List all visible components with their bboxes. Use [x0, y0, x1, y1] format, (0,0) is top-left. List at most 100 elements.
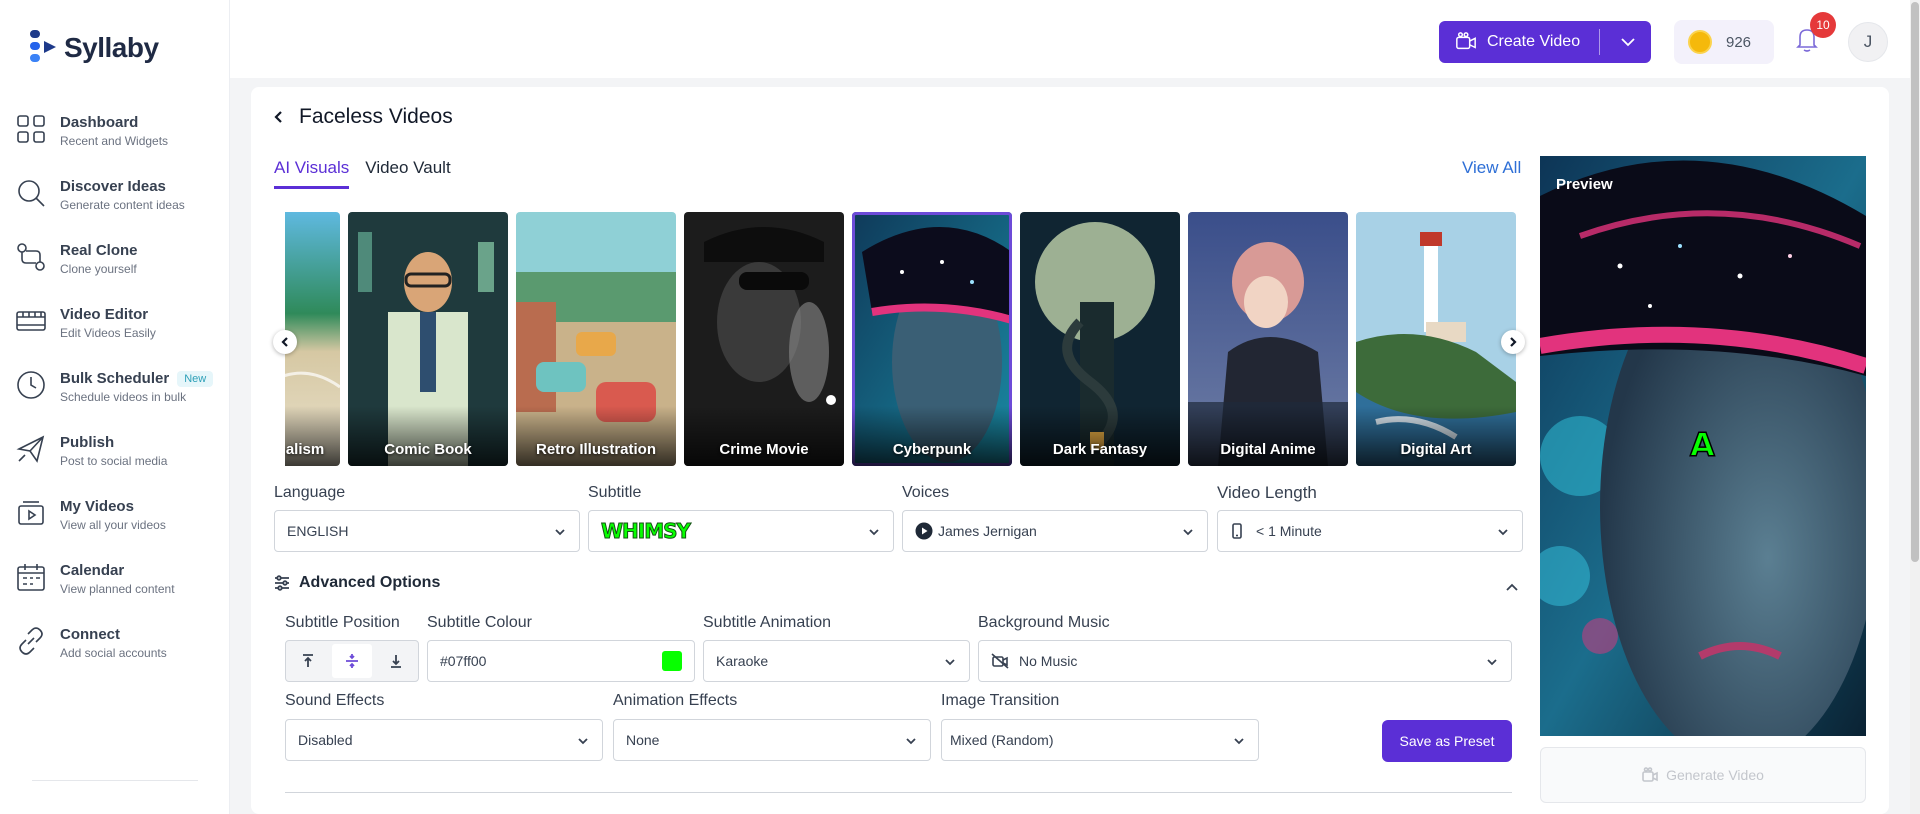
- image-transition-select[interactable]: Mixed (Random): [941, 719, 1259, 761]
- image-transition-value: Mixed (Random): [950, 732, 1054, 748]
- carousel-prev-button[interactable]: [273, 330, 297, 354]
- sidebar-item-video-editor[interactable]: Video Editor Edit Videos Easily: [0, 296, 230, 360]
- style-card-crime-movie[interactable]: Crime Movie: [684, 212, 844, 466]
- language-select[interactable]: ENGLISH: [274, 510, 580, 552]
- sound-effects-select[interactable]: Disabled: [285, 719, 603, 761]
- subtitle-animation-value: Karaoke: [716, 653, 769, 669]
- send-icon: [14, 432, 48, 466]
- sidebar-item-publish[interactable]: Publish Post to social media: [0, 424, 230, 488]
- sidebar-item-subtitle: Clone yourself: [60, 262, 137, 276]
- video-length-select[interactable]: < 1 Minute: [1217, 510, 1523, 552]
- generate-video-button[interactable]: Generate Video: [1540, 747, 1866, 803]
- link-icon: [14, 624, 48, 658]
- background-music-select[interactable]: No Music: [978, 640, 1512, 682]
- chevron-down-icon: [1234, 738, 1244, 745]
- button-separator: [1599, 29, 1600, 55]
- sound-effects-label: Sound Effects: [285, 692, 385, 709]
- chevron-left-icon: [274, 111, 282, 123]
- create-video-button[interactable]: Create Video: [1439, 21, 1651, 63]
- page-scroll-thumb[interactable]: [1911, 2, 1919, 562]
- align-middle-icon: [346, 654, 358, 668]
- video-camera-icon: [1642, 767, 1658, 782]
- sidebar-item-real-clone[interactable]: Real Clone Clone yourself: [0, 232, 230, 296]
- sidebar-item-discover-ideas[interactable]: Discover Ideas Generate content ideas: [0, 168, 230, 232]
- play-icon[interactable]: [915, 522, 933, 540]
- align-top-icon: [303, 654, 313, 667]
- video-length-label: Video Length: [1217, 483, 1317, 502]
- brand-name: Syllaby: [64, 32, 159, 63]
- style-card-label: Dark Fantasy: [1052, 441, 1148, 458]
- chevron-left-icon: [281, 337, 288, 347]
- chevron-down-icon: [578, 738, 588, 745]
- section-divider: [285, 792, 1512, 793]
- faceless-videos-card: Faceless Videos AI Visuals Video Vault V…: [251, 87, 1889, 814]
- chevron-down-icon: [555, 529, 565, 536]
- style-card-label: Retro Illustration: [535, 441, 656, 458]
- subtitle-colour-input[interactable]: #07ff00: [427, 640, 695, 682]
- language-label: Language: [274, 484, 346, 501]
- position-middle-button[interactable]: [332, 644, 372, 678]
- voices-label: Voices: [902, 484, 950, 501]
- phone-icon: [1232, 523, 1242, 539]
- chevron-down-icon: [1487, 659, 1497, 666]
- style-card-label: Comic Book: [384, 441, 472, 458]
- style-card-retro-illustration[interactable]: Retro Illustration: [516, 212, 676, 466]
- animation-effects-value: None: [626, 732, 660, 748]
- create-video-label: Create Video: [1487, 33, 1581, 50]
- colour-swatch[interactable]: [662, 651, 682, 671]
- preview-subtitle-sample: A: [1689, 425, 1715, 465]
- sidebar-item-subtitle: Schedule videos in bulk: [60, 390, 187, 404]
- align-bottom-icon: [391, 655, 401, 668]
- style-card-digital-art[interactable]: Digital Art: [1356, 212, 1516, 466]
- subtitle-position-group: [285, 640, 419, 682]
- view-all-link[interactable]: View All: [1462, 158, 1521, 178]
- voice-select[interactable]: James Jernigan: [902, 510, 1208, 552]
- new-badge: New: [177, 370, 214, 387]
- subtitle-style-select[interactable]: WHIMSY: [588, 510, 894, 552]
- style-card-digital-anime[interactable]: Digital Anime: [1188, 212, 1348, 466]
- position-top-button[interactable]: [288, 644, 328, 678]
- video-camera-icon: [1456, 32, 1476, 50]
- subtitle-animation-label: Subtitle Animation: [703, 614, 832, 631]
- animation-effects-select[interactable]: None: [613, 719, 931, 761]
- style-card-dark-fantasy[interactable]: Dark Fantasy: [1020, 212, 1180, 466]
- position-bottom-button[interactable]: [376, 644, 416, 678]
- style-card-comic-book[interactable]: Comic Book: [348, 212, 508, 466]
- advanced-options-title: Advanced Options: [299, 574, 441, 591]
- sidebar-item-connect[interactable]: Connect Add social accounts: [0, 616, 230, 680]
- credits-value: 926: [1726, 33, 1752, 51]
- advanced-options-toggle[interactable]: Advanced Options: [274, 574, 440, 592]
- subtitle-label: Subtitle: [588, 484, 642, 501]
- sidebar-item-bulk-scheduler[interactable]: Bulk Scheduler New Schedule videos in bu…: [0, 360, 230, 424]
- brand-logo[interactable]: Syllaby: [30, 28, 159, 68]
- sidebar-item-label: Bulk Scheduler: [60, 370, 170, 387]
- preview-label: Preview: [1556, 176, 1613, 193]
- video-preview: Preview A: [1540, 156, 1866, 736]
- sidebar-item-subtitle: Generate content ideas: [60, 198, 185, 212]
- image-transition-label: Image Transition: [941, 692, 1060, 709]
- sidebar-item-subtitle: Add social accounts: [60, 646, 167, 660]
- sidebar-item-title: Calendar: [60, 562, 125, 579]
- sidebar-item-my-videos[interactable]: My Videos View all your videos: [0, 488, 230, 552]
- app-root: Syllaby Dashboard Recent and Widgets Dis…: [0, 0, 1920, 814]
- save-as-preset-button[interactable]: Save as Preset: [1382, 720, 1512, 762]
- chevron-up-icon[interactable]: [1504, 579, 1520, 595]
- sidebar-item-title: Video Editor: [60, 306, 149, 323]
- chevron-down-icon[interactable]: [1619, 33, 1637, 51]
- style-card-label: alism: [285, 441, 325, 458]
- video-length-value: < 1 Minute: [1256, 523, 1322, 539]
- sidebar-item-dashboard[interactable]: Dashboard Recent and Widgets: [0, 104, 230, 168]
- carousel-next-button[interactable]: [1501, 330, 1525, 354]
- notification-count-badge: 10: [1810, 12, 1836, 38]
- style-card-cyberpunk[interactable]: Cyberpunk: [852, 212, 1012, 466]
- sidebar-item-calendar[interactable]: Calendar View planned content: [0, 552, 230, 616]
- subtitle-animation-select[interactable]: Karaoke: [703, 640, 970, 682]
- tab-video-vault[interactable]: Video Vault: [365, 158, 450, 189]
- user-avatar[interactable]: J: [1848, 22, 1888, 62]
- credits-balance[interactable]: 926: [1674, 20, 1774, 64]
- sidebar-item-title: Discover Ideas: [60, 178, 166, 195]
- tab-ai-visuals[interactable]: AI Visuals: [274, 158, 350, 189]
- chevron-down-icon: [906, 738, 916, 745]
- back-button[interactable]: Faceless Videos: [271, 105, 453, 129]
- language-value: ENGLISH: [287, 523, 349, 539]
